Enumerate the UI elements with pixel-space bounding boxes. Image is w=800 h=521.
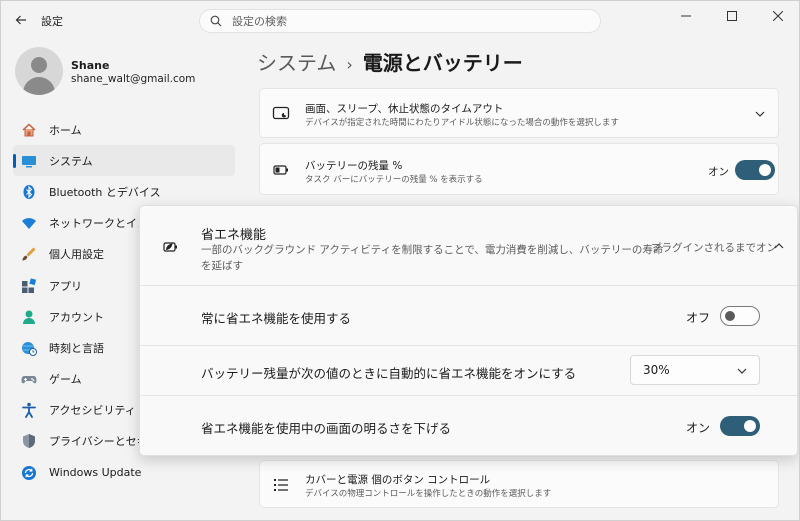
sidebar-item-bluetooth[interactable]: Bluetooth とデバイス bbox=[13, 176, 235, 207]
bluetooth-icon bbox=[21, 184, 37, 200]
card-subtitle: デバイスが指定された時間にわたりアイドル状態になった場合の動作を選択します bbox=[305, 118, 619, 128]
card-lid-power-buttons[interactable]: カバーと電源 個のボタン コントロール デバイスの物理コントロールを操作したとき… bbox=[259, 460, 779, 508]
profile-name: Shane bbox=[71, 59, 110, 72]
card-battery-percent: バッテリーの残量 % タスク バーにバッテリーの残量 % を表示する オン bbox=[259, 143, 779, 195]
card-sleep-timeouts[interactable]: 画面、スリープ、休止状態のタイムアウト デバイスが指定された時間にわたりアイドル… bbox=[259, 88, 779, 138]
monitor-icon bbox=[21, 153, 37, 169]
toggle-state-label: オン bbox=[708, 166, 729, 178]
row-always-energy-saver: 常に省エネ機能を使用する オフ bbox=[140, 286, 797, 346]
sidebar-item-label: ホーム bbox=[49, 123, 82, 137]
minimize-icon bbox=[681, 15, 691, 17]
energy-saver-panel: 省エネ機能 一部のバックグラウンド アクティビティを制限することで、電力消費を削… bbox=[139, 205, 798, 456]
close-icon bbox=[773, 11, 783, 21]
home-icon bbox=[21, 122, 37, 138]
card-subtitle: タスク バーにバッテリーの残量 % を表示する bbox=[305, 175, 483, 185]
energy-saver-header[interactable]: 省エネ機能 一部のバックグラウンド アクティビティを制限することで、電力消費を削… bbox=[140, 206, 797, 286]
minimize-button[interactable] bbox=[663, 1, 709, 31]
back-arrow-icon bbox=[15, 15, 26, 25]
chevron-down-icon bbox=[737, 365, 747, 379]
toggle-state-label: オン bbox=[686, 421, 711, 435]
card-title: カバーと電源 個のボタン コントロール bbox=[305, 474, 491, 486]
gamepad-icon bbox=[21, 371, 37, 387]
row-reduce-brightness: 省エネ機能を使用中の画面の明るさを下げる オン bbox=[140, 396, 797, 456]
card-title: 画面、スリープ、休止状態のタイムアウト bbox=[305, 103, 504, 115]
sidebar-item-label: アカウント bbox=[49, 310, 104, 324]
sidebar-item-label: アクセシビリティ bbox=[49, 404, 136, 418]
sidebar-item-label: アプリ bbox=[49, 279, 82, 293]
toggle-state-label: オフ bbox=[686, 311, 711, 325]
brush-icon bbox=[21, 246, 37, 262]
apps-icon bbox=[21, 277, 37, 294]
energy-saver-icon bbox=[161, 238, 179, 256]
update-icon bbox=[21, 465, 37, 481]
reduce-brightness-toggle[interactable] bbox=[720, 416, 760, 436]
energy-saver-description-cont: を延ばす bbox=[201, 260, 243, 272]
sidebar-item-system[interactable]: システム bbox=[13, 145, 235, 177]
list-settings-icon bbox=[272, 476, 290, 494]
battery-icon bbox=[272, 161, 290, 179]
battery-percent-toggle[interactable] bbox=[735, 160, 775, 180]
sidebar-item-home[interactable]: ホーム bbox=[13, 114, 235, 145]
energy-saver-title: 省エネ機能 bbox=[201, 228, 267, 243]
sidebar-item-label: Windows Update bbox=[49, 466, 142, 480]
sidebar-item-label: 時刻と言語 bbox=[49, 341, 104, 355]
row-label: バッテリー残量が次の値のときに自動的に省エネ機能をオンにする bbox=[201, 366, 577, 381]
profile-email: shane_walt@gmail.com bbox=[71, 73, 196, 85]
close-button[interactable] bbox=[755, 1, 799, 31]
settings-window: 設定 Shane shane_walt@gmail.com ホーム bbox=[0, 0, 800, 521]
dropdown-value: 30% bbox=[643, 363, 670, 377]
monitor-sleep-icon bbox=[272, 105, 290, 123]
sidebar-item-label: システム bbox=[49, 154, 93, 168]
breadcrumb: システム › 電源とバッテリー bbox=[257, 47, 523, 76]
wifi-icon bbox=[21, 215, 37, 231]
page-title: 電源とバッテリー bbox=[362, 51, 523, 75]
search-box[interactable] bbox=[199, 9, 601, 33]
card-subtitle: デバイスの物理コントロールを操作したときの動作を選択します bbox=[305, 489, 552, 499]
avatar bbox=[15, 47, 63, 95]
title-bar: 設定 bbox=[1, 1, 799, 39]
card-title: バッテリーの残量 % bbox=[305, 160, 403, 172]
shield-icon bbox=[21, 433, 37, 449]
row-auto-threshold: バッテリー残量が次の値のときに自動的に省エネ機能をオンにする 30% bbox=[140, 346, 797, 396]
user-profile[interactable]: Shane shane_walt@gmail.com bbox=[15, 47, 235, 97]
account-icon bbox=[21, 309, 37, 325]
breadcrumb-separator: › bbox=[346, 55, 353, 74]
battery-threshold-dropdown[interactable]: 30% bbox=[630, 355, 760, 385]
search-icon bbox=[210, 15, 222, 27]
chevron-down-icon bbox=[753, 107, 767, 121]
sidebar-item-label: Bluetooth とデバイス bbox=[49, 185, 161, 199]
globe-clock-icon bbox=[21, 340, 37, 356]
sidebar-item-label: ゲーム bbox=[49, 373, 82, 387]
row-label: 常に省エネ機能を使用する bbox=[201, 311, 352, 326]
energy-saver-description: 一部のバックグラウンド アクティビティを制限することで、電力消費を削減し、バッテ… bbox=[201, 244, 664, 256]
breadcrumb-parent[interactable]: システム bbox=[257, 51, 336, 75]
app-title: 設定 bbox=[41, 15, 63, 28]
row-label: 省エネ機能を使用中の画面の明るさを下げる bbox=[201, 421, 452, 436]
sidebar-item-label: 個人用設定 bbox=[49, 248, 104, 262]
chevron-up-icon[interactable] bbox=[772, 239, 786, 253]
energy-saver-status: プラグインされるまでオン bbox=[651, 242, 777, 254]
accessibility-icon bbox=[21, 402, 37, 419]
sidebar-item-windows-update[interactable]: Windows Update bbox=[13, 457, 235, 488]
always-energy-saver-toggle[interactable] bbox=[720, 306, 760, 326]
search-input[interactable] bbox=[232, 14, 572, 28]
back-button[interactable] bbox=[9, 9, 33, 31]
maximize-icon bbox=[727, 11, 737, 21]
maximize-button[interactable] bbox=[709, 1, 755, 31]
